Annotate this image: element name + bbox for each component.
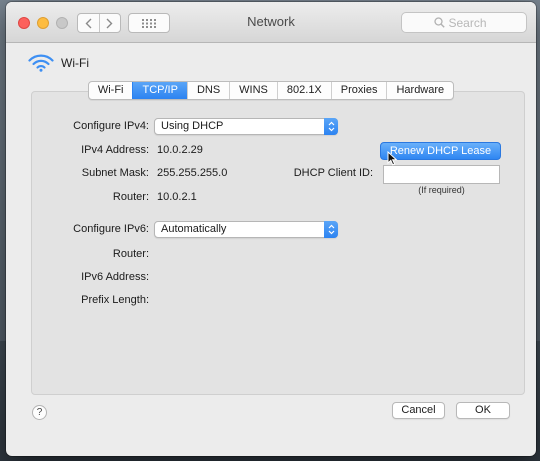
network-preferences-window: Network Search Wi-Fi Wi-Fi TCP/IP DNS WI… xyxy=(6,2,536,456)
ok-button[interactable]: OK xyxy=(456,402,510,419)
interface-header: Wi-Fi xyxy=(28,54,89,72)
configure-ipv4-popup[interactable]: Using DHCP xyxy=(154,118,338,135)
tab-proxies[interactable]: Proxies xyxy=(330,82,387,99)
search-input[interactable] xyxy=(448,15,495,30)
tab-bar-container: Wi-Fi TCP/IP DNS WINS 802.1X Proxies Har… xyxy=(6,81,536,100)
configure-ipv4-label: Configure IPv4: xyxy=(73,120,149,132)
mouse-pointer-icon xyxy=(387,151,398,166)
chevron-left-icon xyxy=(85,18,92,28)
up-down-arrows-icon xyxy=(324,221,338,238)
interface-name: Wi-Fi xyxy=(61,56,89,70)
tab-8021x[interactable]: 802.1X xyxy=(276,82,331,99)
renew-dhcp-lease-button[interactable]: Renew DHCP Lease xyxy=(380,142,501,160)
tab-hardware[interactable]: Hardware xyxy=(386,82,453,99)
ipv6-router-label: Router: xyxy=(112,248,149,260)
configure-ipv6-label: Configure IPv6: xyxy=(73,223,149,235)
search-field[interactable] xyxy=(401,12,527,33)
wifi-icon xyxy=(28,54,54,72)
tab-wifi[interactable]: Wi-Fi xyxy=(89,82,133,99)
chevron-right-icon xyxy=(106,18,113,28)
back-forward-control xyxy=(77,13,121,33)
titlebar: Network xyxy=(6,2,536,43)
subnet-mask-value: 255.255.255.0 xyxy=(157,167,228,179)
prefix-length-label: Prefix Length: xyxy=(81,294,149,306)
forward-button[interactable] xyxy=(98,14,121,32)
search-icon xyxy=(433,17,445,28)
close-button[interactable] xyxy=(18,17,30,29)
back-button[interactable] xyxy=(78,14,99,32)
ipv6-address-label: IPv6 Address: xyxy=(81,271,149,283)
router-value: 10.0.2.1 xyxy=(157,191,197,203)
zoom-button[interactable] xyxy=(56,17,68,29)
tab-tcpip[interactable]: TCP/IP xyxy=(132,82,187,99)
ipv4-address-label: IPv4 Address: xyxy=(81,144,149,156)
ipv4-address-value: 10.0.2.29 xyxy=(157,144,203,156)
dhcp-client-id-label: DHCP Client ID: xyxy=(293,167,373,179)
up-down-arrows-icon xyxy=(324,118,338,135)
tab-wins[interactable]: WINS xyxy=(229,82,277,99)
configure-ipv6-value: Automatically xyxy=(161,223,227,235)
settings-panel xyxy=(31,91,525,395)
tab-bar: Wi-Fi TCP/IP DNS WINS 802.1X Proxies Har… xyxy=(87,81,455,100)
router-label: Router: xyxy=(112,191,149,203)
help-button[interactable]: ? xyxy=(32,405,47,420)
dhcp-client-id-field[interactable] xyxy=(383,165,500,184)
cancel-button[interactable]: Cancel xyxy=(392,402,445,419)
configure-ipv6-popup[interactable]: Automatically xyxy=(154,221,338,238)
tab-dns[interactable]: DNS xyxy=(186,82,229,99)
dhcp-client-id-hint: (If required) xyxy=(418,185,465,195)
subnet-mask-label: Subnet Mask: xyxy=(81,167,149,179)
grid-icon xyxy=(142,18,156,28)
configure-ipv4-value: Using DHCP xyxy=(161,120,224,132)
minimize-button[interactable] xyxy=(37,17,49,29)
show-all-button[interactable] xyxy=(128,13,170,33)
